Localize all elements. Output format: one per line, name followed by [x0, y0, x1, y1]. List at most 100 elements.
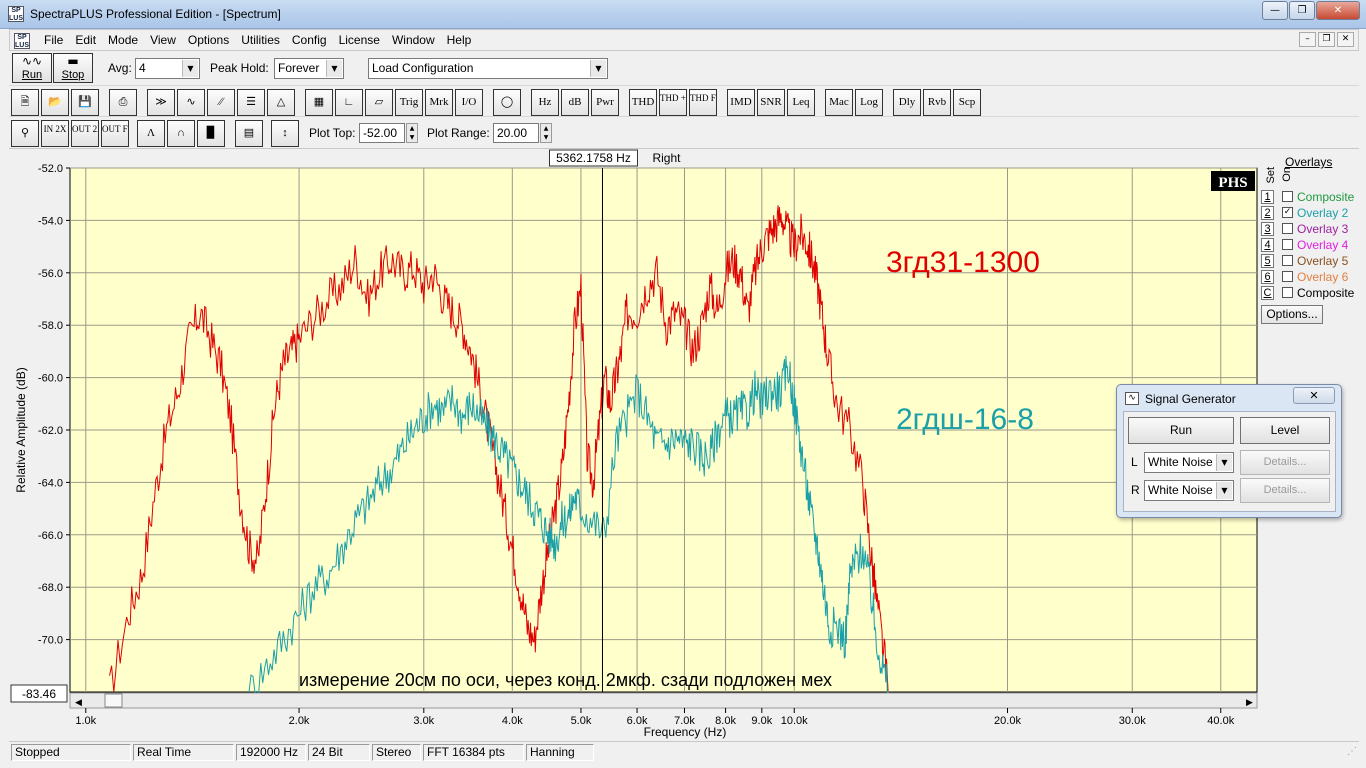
overlay-name: Composite	[1297, 190, 1355, 204]
doc-restore-icon[interactable]: ❐	[1318, 32, 1335, 47]
overlay-set-button[interactable]: 2	[1261, 206, 1274, 220]
app-icon[interactable]: SP LUS	[8, 6, 24, 22]
right-signal-select[interactable]: White Noise ▼	[1144, 480, 1234, 501]
spectrogram-icon[interactable]: ☰	[237, 89, 265, 116]
tool-leq-button[interactable]: Leq	[787, 89, 815, 116]
vertical-scale-icon[interactable]: ↕	[271, 120, 299, 147]
y-tick-label: -62.0	[38, 425, 63, 437]
document-icon[interactable]: SP LUS	[14, 33, 30, 49]
menu-window[interactable]: Window	[386, 33, 441, 47]
zoom-out-2x-button[interactable]: OUT 2X	[71, 120, 99, 147]
tool-pwr-button[interactable]: Pwr	[591, 89, 619, 116]
overlay-set-button[interactable]: 4	[1261, 238, 1274, 252]
open-folder-icon[interactable]: 📂	[41, 89, 69, 116]
menu-view[interactable]: View	[144, 33, 182, 47]
spectrum-view-icon[interactable]: ∿	[177, 89, 205, 116]
new-file-icon[interactable]: 🗎	[11, 89, 39, 116]
doc-close-icon[interactable]: ✕	[1337, 32, 1354, 47]
tool-trig-button[interactable]: Trig	[395, 89, 423, 116]
overlay-set-button[interactable]: 3	[1261, 222, 1274, 236]
3d-surface-icon[interactable]: △	[267, 89, 295, 116]
oscilloscope-icon[interactable]: ◯	[493, 89, 521, 116]
overlay-on-checkbox[interactable]	[1282, 239, 1293, 250]
peak-hold-select[interactable]: Forever ▼	[274, 58, 344, 79]
menu-edit[interactable]: Edit	[69, 33, 102, 47]
time-series-icon[interactable]: ∕∕	[207, 89, 235, 116]
tool-thd-button[interactable]: THD	[629, 89, 657, 116]
fast-forward-icon[interactable]: ≫	[147, 89, 175, 116]
tool-scp-button[interactable]: Scp	[953, 89, 981, 116]
overlay-name: Overlay 2	[1297, 206, 1349, 220]
menu-config[interactable]: Config	[286, 33, 333, 47]
plot-range-spinner[interactable]: ▲ ▼	[540, 123, 552, 143]
menu-options[interactable]: Options	[182, 33, 235, 47]
overlay-on-checkbox[interactable]	[1282, 223, 1293, 234]
status-cell: FFT 16384 pts	[423, 744, 524, 761]
close-icon[interactable]: ✕	[1293, 387, 1335, 404]
overlay-set-button[interactable]: 6	[1261, 270, 1274, 284]
configuration-select[interactable]: Load Configuration ▼	[368, 58, 608, 79]
octave-bar-icon[interactable]: ∩	[167, 120, 195, 147]
tool-db-button[interactable]: dB	[561, 89, 589, 116]
print-icon[interactable]: ⎙	[109, 89, 137, 116]
doc-minimize-icon[interactable]: –	[1299, 32, 1316, 47]
status-cell: Stopped	[11, 744, 131, 761]
tool-thd-freq-button[interactable]: THD Freq	[689, 89, 717, 116]
overlay-on-checkbox[interactable]	[1282, 287, 1293, 298]
calculator-icon[interactable]: ▦	[305, 89, 333, 116]
tool-dly-button[interactable]: Dly	[893, 89, 921, 116]
x-tick-label: 40.0k	[1207, 715, 1234, 727]
tool-thd-n-button[interactable]: THD +N	[659, 89, 687, 116]
overlay-set-button[interactable]: C	[1261, 286, 1274, 300]
spectrum-plot[interactable]: 5362.1758 Hz Right -52.0 -54.0 -56.0 -58.0 -60…	[9, 149, 1259, 741]
tool-snr-button[interactable]: SNR	[757, 89, 785, 116]
tool-imd-button[interactable]: IMD	[727, 89, 755, 116]
generator-run-button[interactable]: Run	[1128, 417, 1234, 444]
tool-rvb-button[interactable]: Rvb	[923, 89, 951, 116]
zoom-icon[interactable]: ⚲	[11, 120, 39, 147]
generator-level-button[interactable]: Level	[1240, 417, 1330, 444]
zoom-out-full-button[interactable]: OUT FULL	[101, 120, 129, 147]
plot-top-input[interactable]: -52.00	[359, 123, 405, 143]
menu-help[interactable]: Help	[441, 33, 478, 47]
menu-mode[interactable]: Mode	[102, 33, 144, 47]
x-tick-label: 1.0k	[75, 715, 96, 727]
minimize-icon[interactable]: —	[1262, 1, 1288, 20]
avg-select[interactable]: 4 ▼	[135, 58, 200, 79]
axes-icon[interactable]: ∟	[335, 89, 363, 116]
tool-mac-button[interactable]: Mac	[825, 89, 853, 116]
restore-icon[interactable]: ❐	[1289, 1, 1315, 20]
table-view-icon[interactable]: ▤	[235, 120, 263, 147]
overlay-on-checkbox[interactable]: ✓	[1282, 207, 1293, 218]
bar-plot-icon[interactable]: ▉	[197, 120, 225, 147]
line-plot-icon[interactable]: Λ	[137, 120, 165, 147]
plot-top-spinner[interactable]: ▲ ▼	[406, 123, 418, 143]
menu-license[interactable]: License	[333, 33, 386, 47]
overlay-on-checkbox[interactable]	[1282, 191, 1293, 202]
status-bar: Stopped Real Time 192000 Hz 24 Bit Stereo FFT…	[9, 741, 1359, 762]
overlay-options-button[interactable]: Options...	[1261, 305, 1323, 324]
overlay-on-checkbox[interactable]	[1282, 271, 1293, 282]
plot-range-input[interactable]: 20.00	[493, 123, 539, 143]
left-signal-select[interactable]: White Noise ▼	[1144, 452, 1234, 473]
right-details-button[interactable]: Details...	[1240, 478, 1330, 503]
resize-grip-icon[interactable]: ⋰	[1279, 744, 1357, 761]
overlay-set-button[interactable]: 5	[1261, 254, 1274, 268]
tool-mrk-button[interactable]: Mrk	[425, 89, 453, 116]
run-button[interactable]: ∿∿ Run	[12, 53, 52, 83]
signal-generator-body: Run Level L White Noise ▼ Details... R W…	[1123, 411, 1336, 512]
overlay-on-checkbox[interactable]	[1282, 255, 1293, 266]
tool-log-button[interactable]: Log	[855, 89, 883, 116]
save-icon[interactable]: 💾	[71, 89, 99, 116]
close-icon[interactable]: ✕	[1316, 1, 1360, 20]
menu-utilities[interactable]: Utilities	[235, 33, 286, 47]
x-tick-label: 3.0k	[413, 715, 434, 727]
tool-hz-button[interactable]: Hz	[531, 89, 559, 116]
zoom-in-2x-button[interactable]: IN 2X	[41, 120, 69, 147]
tool-i-o-button[interactable]: I/O	[455, 89, 483, 116]
weighting-icon[interactable]: ▱	[365, 89, 393, 116]
stop-button[interactable]: ▬ Stop	[53, 53, 93, 83]
left-details-button[interactable]: Details...	[1240, 450, 1330, 475]
overlay-set-button[interactable]: 1	[1261, 190, 1274, 204]
menu-file[interactable]: File	[38, 33, 69, 47]
